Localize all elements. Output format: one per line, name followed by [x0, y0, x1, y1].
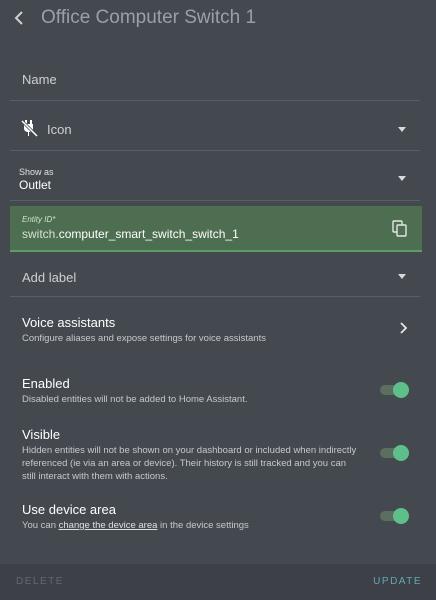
- name-input[interactable]: Name: [10, 58, 420, 101]
- entity-id-value[interactable]: switch.computer_smart_switch_switch_1: [22, 227, 239, 241]
- entity-id-object: computer_smart_switch_switch_1: [58, 227, 239, 241]
- power-plug-off-icon: [20, 119, 39, 138]
- voice-assistants-description: Configure aliases and expose settings fo…: [22, 333, 266, 344]
- back-arrow-icon[interactable]: [10, 8, 30, 28]
- chevron-right-icon: [400, 322, 408, 334]
- entity-id-label: Entity ID*: [22, 215, 56, 224]
- toggle-knob: [393, 445, 409, 461]
- device-area-title: Use device area: [22, 502, 116, 517]
- delete-button[interactable]: DELETE: [16, 576, 64, 587]
- enabled-title: Enabled: [22, 376, 70, 391]
- visible-title: Visible: [22, 427, 61, 442]
- entity-id-field[interactable]: Entity ID* switch.computer_smart_switch_…: [10, 206, 422, 252]
- dialog-footer: DELETE UPDATE: [0, 564, 436, 600]
- visible-toggle[interactable]: [380, 443, 410, 463]
- voice-assistants-title: Voice assistants: [22, 315, 116, 330]
- device-area-desc-before: You can: [22, 520, 59, 531]
- name-placeholder: Name: [22, 72, 57, 87]
- toggle-knob: [393, 382, 409, 398]
- copy-icon[interactable]: [392, 220, 408, 238]
- add-label-select[interactable]: Add label: [10, 256, 420, 297]
- change-device-area-link[interactable]: change the device area: [59, 520, 158, 531]
- enabled-description: Disabled entities will not be added to H…: [22, 394, 248, 405]
- page-title: Office Computer Switch 1: [41, 7, 257, 28]
- show-as-select[interactable]: Show as Outlet: [10, 158, 420, 201]
- show-as-label: Show as: [19, 167, 54, 177]
- entity-id-prefix: switch.: [22, 227, 59, 241]
- chevron-down-icon: [398, 176, 406, 181]
- visible-description: Hidden entities will not be shown on you…: [22, 445, 357, 482]
- show-as-value: Outlet: [19, 178, 52, 192]
- chevron-down-icon: [398, 127, 406, 132]
- dialog-header: Office Computer Switch 1: [0, 0, 436, 36]
- enabled-toggle[interactable]: [380, 380, 410, 400]
- icon-label: Icon: [47, 122, 72, 137]
- add-label-placeholder: Add label: [22, 270, 77, 285]
- toggle-knob: [393, 508, 409, 524]
- device-area-toggle[interactable]: [380, 506, 410, 526]
- update-button[interactable]: UPDATE: [373, 576, 422, 587]
- device-area-description: You can change the device area in the de…: [22, 519, 362, 532]
- chevron-down-icon: [398, 274, 406, 279]
- device-area-desc-after: in the device settings: [157, 520, 249, 531]
- icon-picker[interactable]: Icon: [10, 108, 420, 151]
